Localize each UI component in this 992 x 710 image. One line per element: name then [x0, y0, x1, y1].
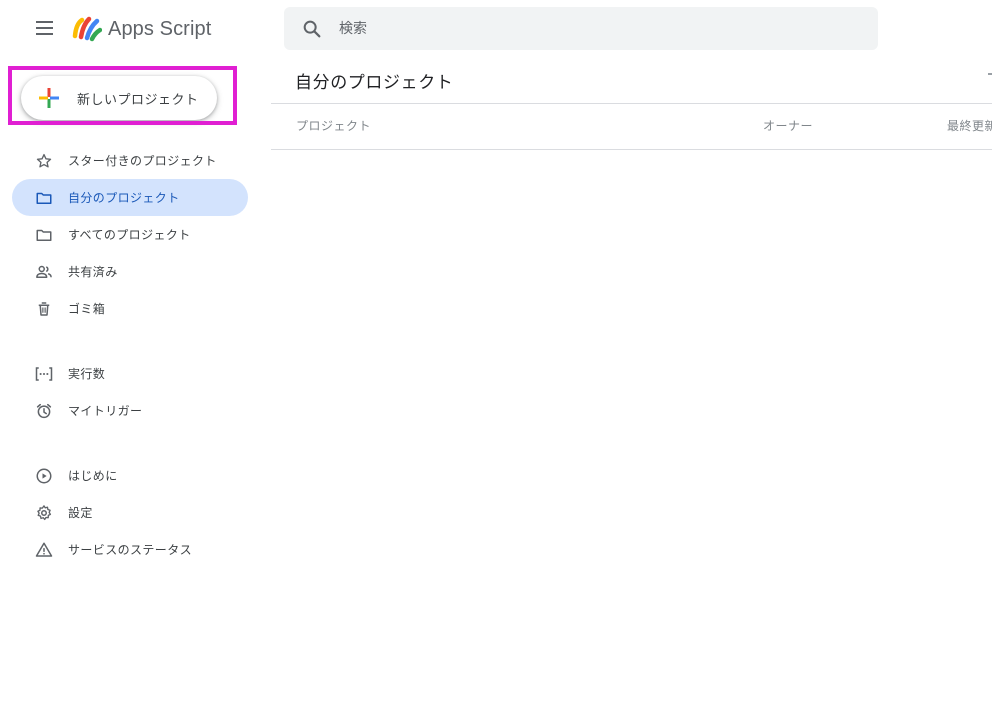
divider [271, 103, 992, 104]
main-menu-button[interactable] [31, 16, 59, 40]
sidebar-item-shared[interactable]: 共有済み [12, 253, 248, 290]
sidebar-item-settings[interactable]: 設定 [12, 494, 248, 531]
app-title: Apps Script [108, 17, 212, 40]
sidebar-item-label: はじめに [68, 469, 118, 483]
sidebar-item-my-triggers[interactable]: マイトリガー [12, 392, 248, 429]
sidebar-item-getting-started[interactable]: はじめに [12, 457, 248, 494]
search-icon [303, 20, 321, 37]
sidebar-item-label: 自分のプロジェクト [68, 191, 180, 205]
folder-icon [34, 188, 54, 208]
play-circle-icon [34, 466, 54, 486]
sidebar: スター付きのプロジェクト 自分のプロジェクト すべてのプロジェクト 共有済み ゴ… [12, 142, 248, 568]
new-project-label: 新しいプロジェクト [77, 92, 199, 108]
alarm-icon [34, 401, 54, 421]
sidebar-item-label: スター付きのプロジェクト [68, 154, 217, 168]
hamburger-icon-line [36, 27, 53, 29]
sidebar-item-my-projects[interactable]: 自分のプロジェクト [12, 179, 248, 216]
sidebar-item-label: 共有済み [68, 265, 118, 279]
star-icon [34, 151, 54, 171]
sidebar-item-executions[interactable]: 実行数 [12, 355, 248, 392]
warning-icon [34, 540, 54, 560]
search-bar[interactable] [284, 7, 878, 50]
sidebar-item-label: サービスのステータス [68, 543, 193, 557]
sidebar-item-label: 設定 [68, 506, 93, 520]
apps-script-logo-icon [72, 16, 102, 42]
hamburger-icon-line [36, 33, 53, 35]
sidebar-item-trash[interactable]: ゴミ箱 [12, 290, 248, 327]
search-input[interactable] [337, 19, 841, 38]
sidebar-item-label: ゴミ箱 [68, 302, 106, 316]
sidebar-item-label: すべてのプロジェクト [68, 228, 191, 242]
sidebar-item-starred[interactable]: スター付きのプロジェクト [12, 142, 248, 179]
column-header-owner[interactable]: オーナー [763, 117, 813, 134]
people-icon [34, 262, 54, 282]
trash-icon [34, 299, 54, 319]
brand[interactable]: Apps Script [72, 12, 211, 46]
sidebar-item-label: 実行数 [68, 367, 106, 381]
executions-icon [34, 364, 54, 384]
hamburger-icon-line [36, 21, 53, 23]
sidebar-item-service-status[interactable]: サービスのステータス [12, 531, 248, 568]
sidebar-item-label: マイトリガー [68, 404, 143, 418]
column-header-project[interactable]: プロジェクト [296, 117, 371, 134]
new-project-button[interactable]: 新しいプロジェクト [21, 76, 217, 120]
folder-icon [34, 225, 54, 245]
divider [271, 149, 992, 150]
app-root: Apps Script 新しいプロジェクト スター付きのプロジェクト [0, 0, 992, 710]
page-title: 自分のプロジェクト [295, 73, 454, 93]
sidebar-item-all-projects[interactable]: すべてのプロジェクト [12, 216, 248, 253]
gear-icon [34, 503, 54, 523]
column-header-last-modified[interactable]: 最終更新 [947, 117, 992, 134]
scroll-indicator [988, 73, 992, 75]
plus-icon [39, 88, 59, 108]
